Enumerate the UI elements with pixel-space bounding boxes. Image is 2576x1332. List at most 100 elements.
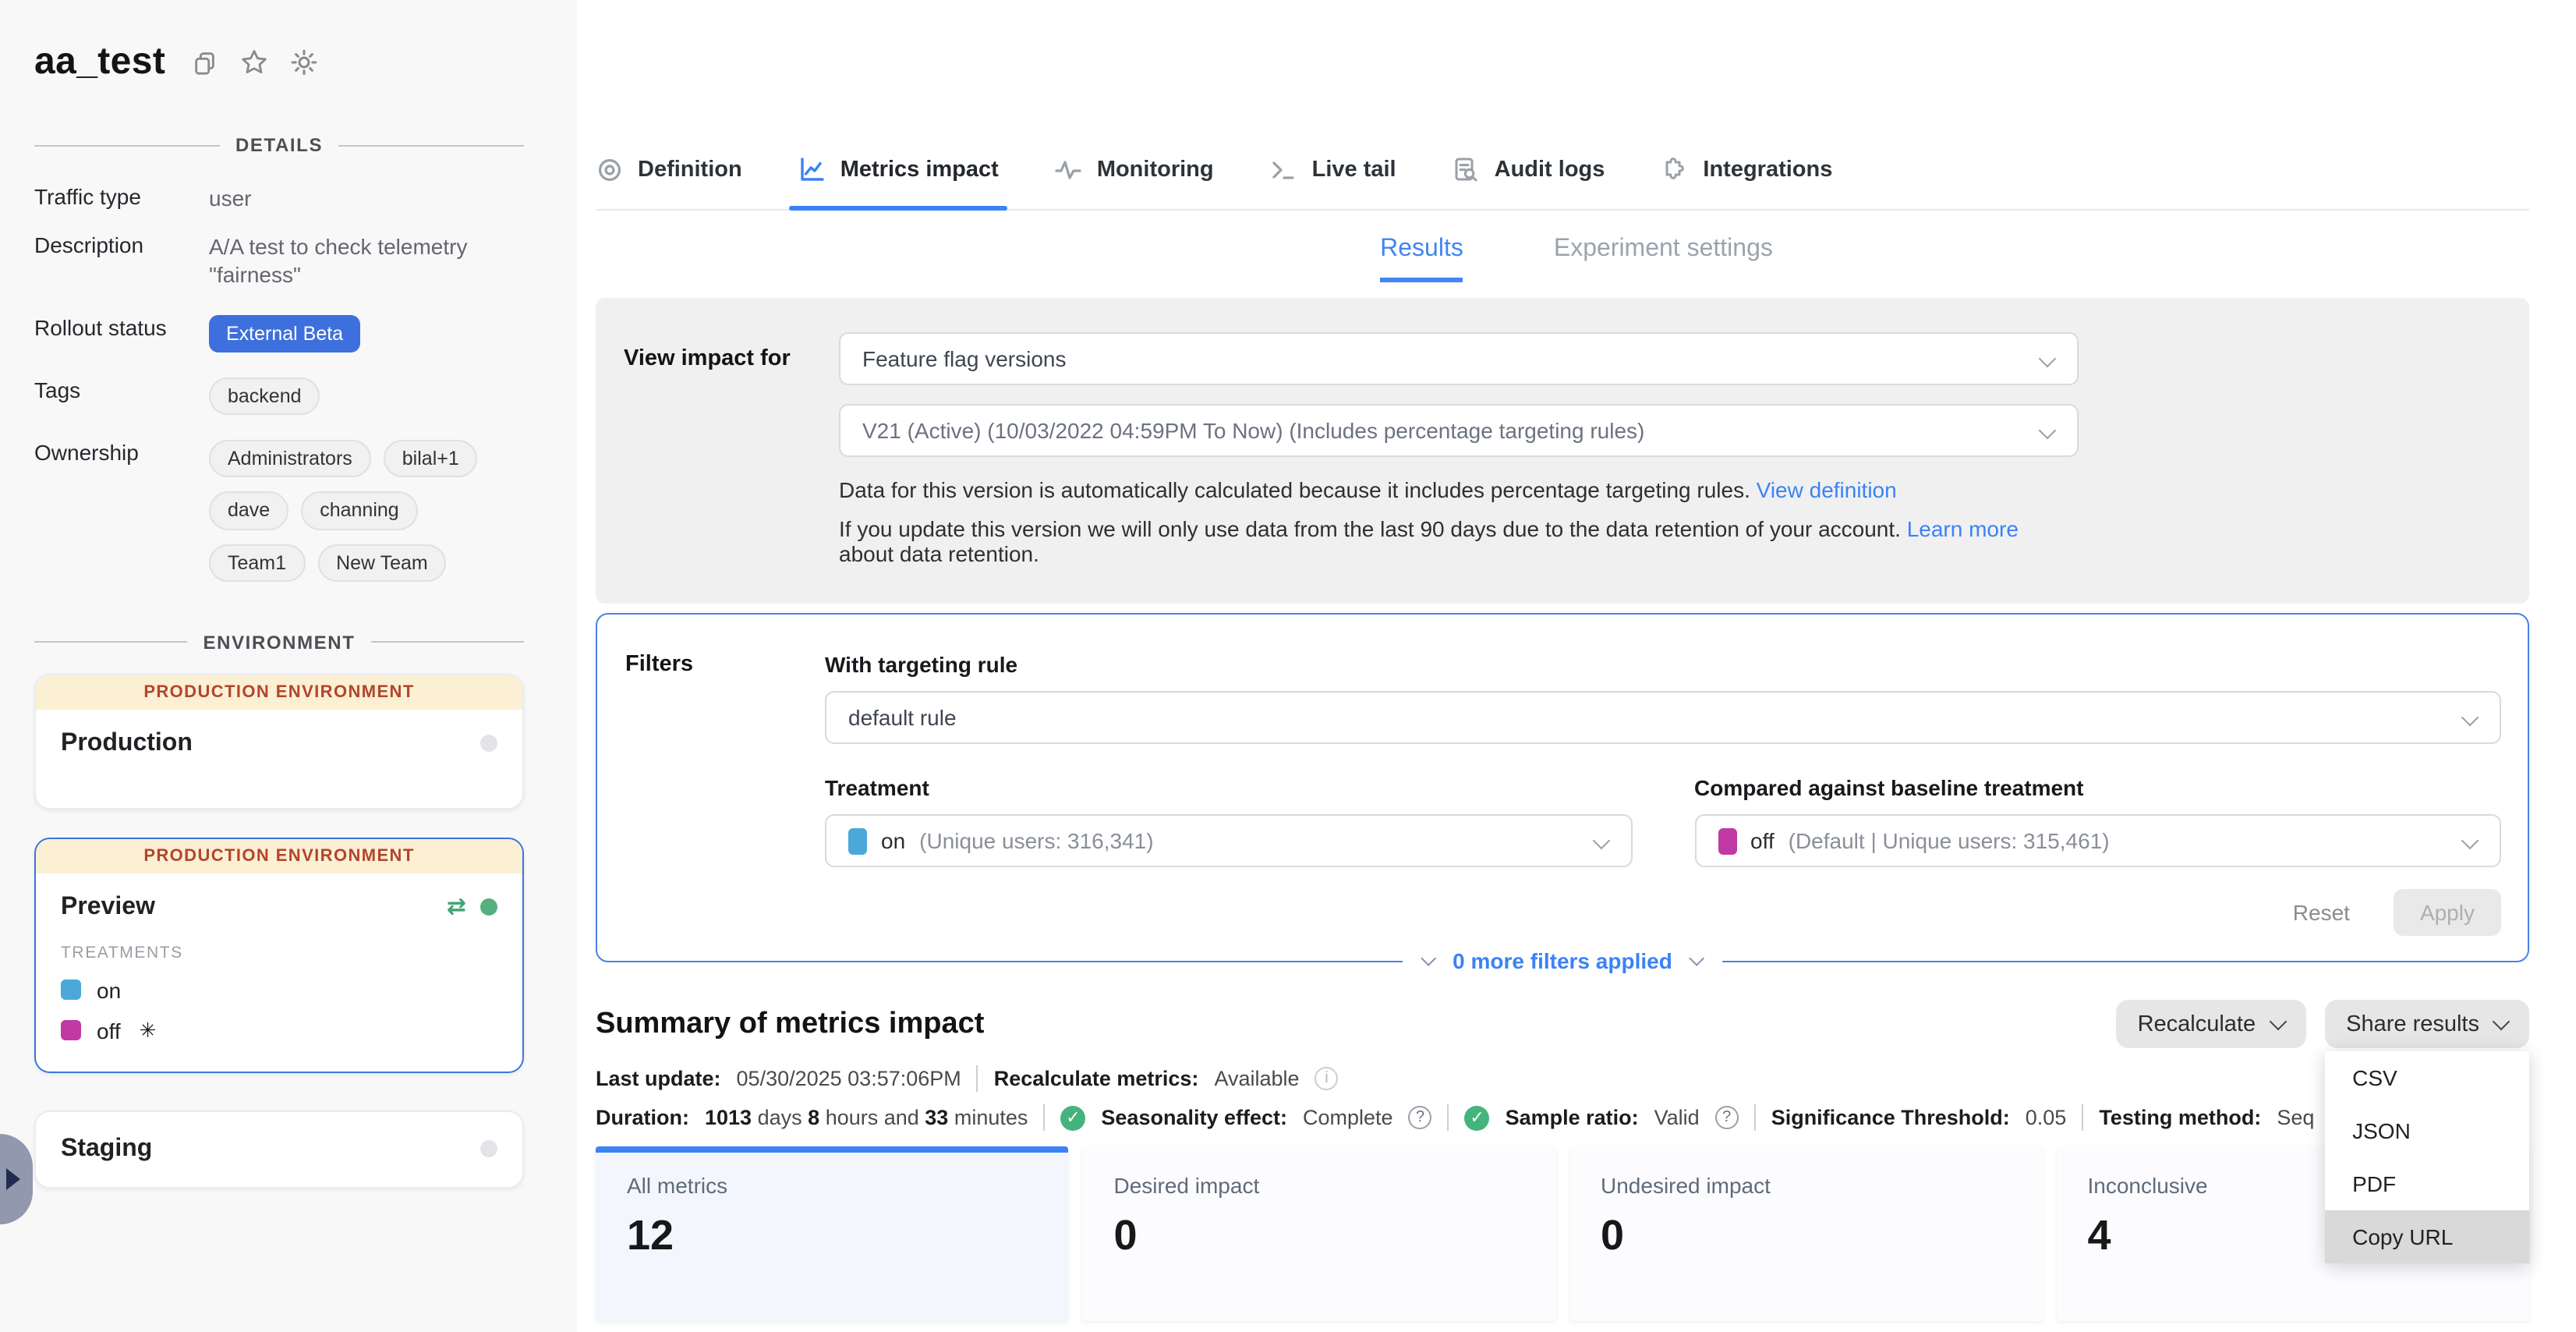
learn-more-link[interactable]: Learn more [1907, 516, 2019, 541]
tag-pill[interactable]: backend [209, 377, 320, 416]
card-desired-impact[interactable]: Desired impact 0 [1083, 1146, 1556, 1321]
app-root: aa_test [0, 0, 2576, 1332]
owner-pill[interactable]: Administrators [209, 440, 371, 478]
targeting-rule-select[interactable]: default rule [825, 691, 2501, 744]
apply-button[interactable]: Apply [2394, 889, 2501, 936]
results-subtabs: Results Experiment settings [577, 236, 2576, 282]
tab-audit-logs[interactable]: Audit logs [1453, 156, 1605, 209]
rollout-status-badge[interactable]: External Beta [209, 314, 360, 352]
sample-ratio-label: Sample ratio: [1506, 1106, 1639, 1129]
owner-pill[interactable]: bilal+1 [384, 440, 478, 478]
terminal-icon [1270, 156, 1298, 184]
divider [1043, 1104, 1045, 1131]
owner-pill[interactable]: Team1 [209, 544, 305, 582]
favorite-star-icon[interactable] [240, 48, 268, 76]
summary-title: Summary of metrics impact [596, 1007, 984, 1041]
owner-pill[interactable]: New Team [317, 544, 447, 582]
impact-type-select[interactable]: Feature flag versions [839, 332, 2079, 385]
summary-meta-line-1: Last update: 05/30/2025 03:57:06PM Recal… [596, 1065, 2529, 1092]
main-content: Definition Metrics impact Monitoring Liv… [577, 0, 2576, 1332]
environment-card-preview[interactable]: PRODUCTION ENVIRONMENT Preview ⇄ TREATME… [34, 838, 524, 1073]
targeting-rule-label: With targeting rule [825, 652, 2501, 677]
summary-meta-line-2: Duration: 1013 days 8 hours and 33 minut… [596, 1104, 2529, 1131]
treatment-select[interactable]: on (Unique users: 316,341) [825, 814, 1632, 867]
recalculate-metrics-value: Available [1214, 1067, 1299, 1090]
view-impact-label: View impact for [624, 332, 839, 566]
metric-summary-cards: All metrics 12 Desired impact 0 Undesire… [596, 1146, 2529, 1321]
ownership-label: Ownership [34, 440, 209, 465]
rollout-status-label: Rollout status [34, 314, 209, 339]
share-menu-item-copy-url[interactable]: Copy URL [2324, 1210, 2529, 1263]
line-chart-icon [798, 156, 826, 184]
subtab-experiment-settings[interactable]: Experiment settings [1554, 236, 1773, 282]
subtab-results[interactable]: Results [1380, 236, 1463, 282]
tab-definition[interactable]: Definition [596, 156, 742, 209]
treatment-row-off: off ✳ [61, 1018, 497, 1043]
tab-live-tail[interactable]: Live tail [1270, 156, 1396, 209]
tab-monitoring[interactable]: Monitoring [1055, 156, 1214, 209]
environment-header-label: ENVIRONMENT [203, 632, 356, 654]
view-definition-link[interactable]: View definition [1757, 477, 1897, 502]
environment-card-staging[interactable]: Staging [34, 1111, 524, 1189]
status-dot-green [480, 899, 497, 916]
owner-pill[interactable]: dave [209, 492, 288, 530]
filters-card: Filters With targeting rule default rule… [596, 613, 2529, 962]
help-icon[interactable]: ? [1715, 1106, 1739, 1129]
swap-arrows-icon: ⇄ [447, 896, 466, 919]
detail-row-traffic-type: Traffic type user [34, 184, 524, 212]
default-treatment-marker: ✳ [140, 1018, 157, 1043]
recalculate-metrics-label: Recalculate metrics: [994, 1067, 1199, 1090]
treatment-name: off [97, 1018, 121, 1043]
chevron-down-icon [2039, 422, 2057, 440]
environment-card-production[interactable]: PRODUCTION ENVIRONMENT Production [34, 674, 524, 809]
filters-label: Filters [625, 652, 825, 936]
tab-integrations[interactable]: Integrations [1661, 156, 1832, 209]
share-menu-item-csv[interactable]: CSV [2324, 1051, 2529, 1104]
description-label: Description [34, 232, 209, 257]
treatment-row-on: on [61, 978, 497, 1003]
treatment-color-swatch [61, 980, 81, 1001]
seasonality-label: Seasonality effect: [1101, 1106, 1287, 1129]
duration-label: Duration: [596, 1106, 689, 1129]
chevron-down-icon [1421, 951, 1436, 966]
chevron-down-icon [2461, 832, 2479, 850]
flag-version-select[interactable]: V21 (Active) (10/03/2022 04:59PM To Now)… [839, 404, 2079, 457]
traffic-type-label: Traffic type [34, 184, 209, 209]
seasonality-value: Complete [1303, 1106, 1393, 1129]
chevron-down-icon [1592, 832, 1610, 850]
version-note-2: If you update this version we will only … [839, 516, 2079, 566]
flag-title-row: aa_test [34, 41, 524, 84]
chevron-down-icon [2039, 350, 2057, 368]
divider [977, 1065, 978, 1092]
recalculate-button[interactable]: Recalculate [2116, 1000, 2306, 1048]
tab-metrics-impact[interactable]: Metrics impact [798, 156, 999, 209]
status-dot-gray [480, 1141, 497, 1158]
summary-header: Summary of metrics impact Recalculate Sh… [596, 1000, 2529, 1048]
audit-log-icon [1453, 156, 1481, 184]
card-undesired-impact[interactable]: Undesired impact 0 [1569, 1146, 2043, 1321]
divider [1448, 1104, 1449, 1131]
more-filters-toggle[interactable]: 0 more filters applied [1403, 948, 1722, 973]
settings-gear-icon[interactable] [290, 48, 318, 76]
chevron-down-icon [2269, 1013, 2287, 1031]
card-all-metrics[interactable]: All metrics 12 [596, 1146, 1069, 1321]
owner-pill[interactable]: channing [301, 492, 418, 530]
baseline-treatment-select[interactable]: off (Default | Unique users: 315,461) [1694, 814, 2501, 867]
treatment-color-swatch [61, 1021, 81, 1041]
chevron-down-icon [2461, 709, 2479, 727]
page-title: aa_test [34, 41, 165, 84]
reset-button[interactable]: Reset [2293, 900, 2350, 925]
help-icon[interactable]: ? [1409, 1106, 1432, 1129]
share-menu-item-json[interactable]: JSON [2324, 1104, 2529, 1157]
detail-row-ownership: Ownership Administrators bilal+1 dave ch… [34, 440, 524, 582]
detail-row-tags: Tags backend [34, 377, 524, 416]
info-icon[interactable]: i [1315, 1067, 1339, 1090]
production-environment-banner: PRODUCTION ENVIRONMENT [36, 839, 522, 873]
status-dot-gray [480, 735, 497, 753]
share-menu-item-pdf[interactable]: PDF [2324, 1157, 2529, 1210]
environment-name: Preview [61, 894, 155, 922]
share-results-button[interactable]: Share results CSV JSON PDF Copy URL [2324, 1000, 2529, 1048]
detail-row-rollout-status: Rollout status External Beta [34, 314, 524, 352]
version-note-1: Data for this version is automatically c… [839, 477, 2079, 502]
copy-name-icon[interactable] [192, 49, 218, 76]
